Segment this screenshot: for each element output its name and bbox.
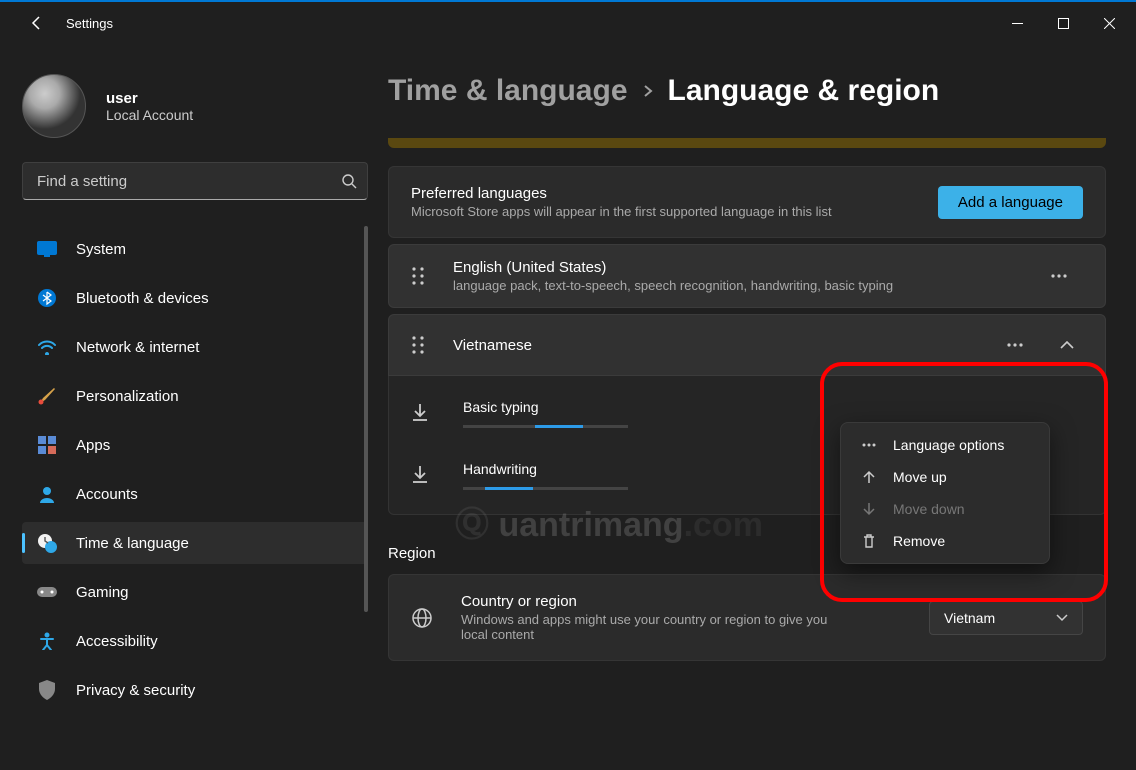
sidebar-item-bluetooth[interactable]: Bluetooth & devices	[22, 277, 368, 319]
chevron-up-icon[interactable]	[1051, 329, 1083, 361]
sidebar-item-apps[interactable]: Apps	[22, 424, 368, 466]
clock-globe-icon	[36, 532, 58, 554]
country-region-card[interactable]: Country or region Windows and apps might…	[388, 574, 1106, 661]
shield-icon	[36, 679, 58, 701]
maximize-button[interactable]	[1040, 8, 1086, 38]
chevron-right-icon	[642, 85, 654, 97]
gamepad-icon	[36, 581, 58, 603]
search-input[interactable]	[37, 173, 341, 190]
close-button[interactable]	[1086, 8, 1132, 38]
sidebar-scrollbar[interactable]	[364, 226, 368, 612]
search-box[interactable]	[22, 162, 368, 200]
more-button[interactable]	[1043, 260, 1075, 292]
profile[interactable]: user Local Account	[22, 74, 368, 138]
more-icon	[859, 443, 879, 447]
context-menu: Language options Move up Move down Remov…	[840, 422, 1050, 564]
add-language-button[interactable]: Add a language	[938, 186, 1083, 219]
sidebar-item-accessibility[interactable]: Accessibility	[22, 620, 368, 662]
back-button[interactable]	[22, 8, 52, 38]
chevron-down-icon	[1056, 614, 1068, 622]
sidebar-item-time-language[interactable]: Time & language	[22, 522, 368, 564]
wifi-icon	[36, 336, 58, 358]
display-icon	[36, 238, 58, 260]
language-row-english[interactable]: English (United States) language pack, t…	[388, 244, 1106, 308]
person-icon	[36, 483, 58, 505]
drag-handle-icon[interactable]	[411, 266, 425, 286]
sidebar-item-gaming[interactable]: Gaming	[22, 571, 368, 613]
avatar	[22, 74, 86, 138]
drag-handle-icon[interactable]	[411, 335, 425, 355]
menu-item-language-options[interactable]: Language options	[847, 429, 1043, 461]
globe-icon	[411, 607, 433, 629]
preferred-title: Preferred languages	[411, 185, 832, 202]
country-select[interactable]: Vietnam	[929, 601, 1083, 635]
sidebar-item-personalization[interactable]: Personalization	[22, 375, 368, 417]
breadcrumb: Time & language Language & region	[388, 74, 1106, 108]
minimize-button[interactable]	[994, 8, 1040, 38]
menu-item-move-down: Move down	[847, 493, 1043, 525]
sidebar: user Local Account System Bluetooth & d	[0, 44, 380, 770]
profile-name: user	[106, 90, 193, 107]
sidebar-item-system[interactable]: System	[22, 228, 368, 270]
trash-icon	[859, 533, 879, 549]
arrow-up-icon	[859, 470, 879, 484]
preferred-languages-card: Preferred languages Microsoft Store apps…	[388, 166, 1106, 238]
nav-list: System Bluetooth & devices Network & int…	[22, 226, 368, 714]
brush-icon	[36, 385, 58, 407]
sidebar-item-network[interactable]: Network & internet	[22, 326, 368, 368]
more-button[interactable]	[999, 329, 1031, 361]
main-content: Time & language Language & region Prefer…	[380, 44, 1136, 770]
apps-icon	[36, 434, 58, 456]
profile-account: Local Account	[106, 107, 193, 123]
preferred-subtitle: Microsoft Store apps will appear in the …	[411, 204, 832, 219]
arrow-down-icon	[859, 502, 879, 516]
accessibility-icon	[36, 630, 58, 652]
breadcrumb-current: Language & region	[668, 74, 940, 108]
app-title: Settings	[66, 16, 113, 31]
titlebar: Settings	[0, 2, 1136, 44]
sidebar-item-privacy[interactable]: Privacy & security	[22, 669, 368, 711]
language-row-vietnamese[interactable]: Vietnamese	[388, 314, 1106, 376]
breadcrumb-parent[interactable]: Time & language	[388, 74, 628, 108]
download-icon	[411, 403, 435, 423]
progress-bar	[463, 487, 628, 490]
menu-item-remove[interactable]: Remove	[847, 525, 1043, 557]
sidebar-item-accounts[interactable]: Accounts	[22, 473, 368, 515]
notification-banner	[388, 138, 1106, 148]
menu-item-move-up[interactable]: Move up	[847, 461, 1043, 493]
bluetooth-icon	[36, 287, 58, 309]
window-controls	[994, 8, 1132, 38]
progress-bar	[463, 425, 628, 428]
download-icon	[411, 465, 435, 485]
search-icon	[341, 173, 357, 189]
